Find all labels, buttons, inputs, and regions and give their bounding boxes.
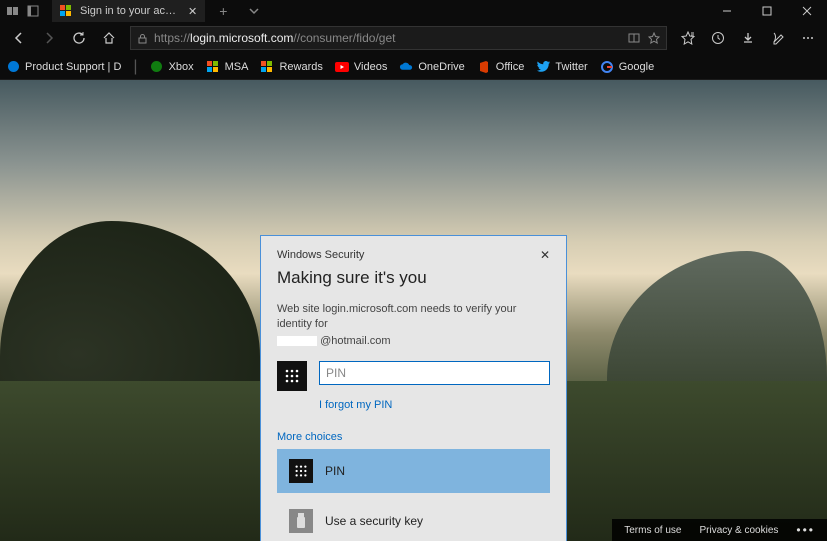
home-button[interactable] bbox=[96, 25, 122, 51]
xbox-icon bbox=[150, 60, 164, 74]
browser-window: Sign in to your account ✕ + https://logi… bbox=[0, 0, 827, 541]
dialog-description: Web site login.microsoft.com needs to ve… bbox=[277, 302, 550, 349]
notes-button[interactable] bbox=[765, 25, 791, 51]
usb-key-icon bbox=[289, 509, 313, 533]
reading-view-icon[interactable] bbox=[628, 32, 640, 44]
dialog-header-title: Windows Security bbox=[277, 249, 364, 261]
maximize-button[interactable] bbox=[747, 0, 787, 22]
pin-pad-icon bbox=[277, 361, 307, 391]
bookmark-label: Office bbox=[496, 61, 525, 73]
minimize-button[interactable] bbox=[707, 0, 747, 22]
bookmark-videos[interactable]: Videos bbox=[335, 60, 387, 74]
toolbar: https://login.microsoft.com//consumer/fi… bbox=[0, 22, 827, 54]
footer-more-icon[interactable]: ••• bbox=[796, 523, 815, 537]
onedrive-icon bbox=[399, 60, 413, 74]
forward-button[interactable] bbox=[36, 25, 62, 51]
more-button[interactable] bbox=[795, 25, 821, 51]
bookmarks-bar: Product Support | D | Xbox MSA Rewards V… bbox=[0, 54, 827, 80]
pin-entry-row bbox=[277, 361, 550, 391]
dialog-desc-text: Web site login.microsoft.com needs to ve… bbox=[277, 303, 516, 330]
dialog-header: Windows Security ✕ bbox=[277, 248, 550, 262]
windows-security-dialog: Windows Security ✕ Making sure it's you … bbox=[260, 235, 567, 541]
bookmark-label: MSA bbox=[225, 61, 249, 73]
address-text: https://login.microsoft.com//consumer/fi… bbox=[154, 31, 395, 45]
choice-security-key[interactable]: Use a security key bbox=[277, 499, 550, 541]
bookmark-label: Videos bbox=[354, 61, 387, 73]
downloads-button[interactable] bbox=[735, 25, 761, 51]
youtube-icon bbox=[335, 60, 349, 74]
titlebar: Sign in to your account ✕ + bbox=[0, 0, 827, 22]
twitter-icon bbox=[536, 60, 550, 74]
bookmark-label: Product Support | D bbox=[25, 61, 121, 73]
page-footer: Terms of use Privacy & cookies ••• bbox=[612, 519, 827, 541]
bookmark-twitter[interactable]: Twitter bbox=[536, 60, 587, 74]
email-suffix: @hotmail.com bbox=[320, 335, 390, 347]
back-button[interactable] bbox=[6, 25, 32, 51]
favorites-button[interactable] bbox=[675, 25, 701, 51]
tab-dropdown-icon[interactable] bbox=[241, 6, 267, 16]
pin-input[interactable] bbox=[319, 361, 550, 385]
titlebar-left: Sign in to your account ✕ + bbox=[0, 0, 267, 22]
browser-tab[interactable]: Sign in to your account ✕ bbox=[52, 0, 205, 22]
bookmark-google[interactable]: Google bbox=[600, 60, 654, 74]
pin-pad-icon bbox=[289, 459, 313, 483]
url-path: //consumer/fido/get bbox=[293, 31, 395, 45]
bookmark-msa[interactable]: MSA bbox=[206, 60, 249, 74]
privacy-link[interactable]: Privacy & cookies bbox=[699, 525, 778, 536]
url-host: login.microsoft.com bbox=[190, 31, 293, 45]
refresh-button[interactable] bbox=[66, 25, 92, 51]
landscape-hill bbox=[607, 251, 827, 391]
tab-close-icon[interactable]: ✕ bbox=[188, 5, 197, 18]
page-content: Windows Security ✕ Making sure it's you … bbox=[0, 80, 827, 541]
forgot-pin-link[interactable]: I forgot my PIN bbox=[319, 399, 550, 411]
dialog-title: Making sure it's you bbox=[277, 268, 550, 288]
edge-icon bbox=[6, 60, 20, 74]
ms-icon bbox=[260, 60, 274, 74]
google-icon bbox=[600, 60, 614, 74]
address-bar[interactable]: https://login.microsoft.com//consumer/fi… bbox=[130, 26, 667, 50]
more-choices-link[interactable]: More choices bbox=[277, 431, 550, 443]
tabs-overview-icon[interactable] bbox=[6, 4, 20, 18]
bookmark-xbox[interactable]: Xbox bbox=[150, 60, 194, 74]
bookmark-label: Rewards bbox=[279, 61, 322, 73]
terms-link[interactable]: Terms of use bbox=[624, 525, 681, 536]
redacted-username bbox=[277, 336, 317, 346]
dialog-email: @hotmail.com bbox=[277, 334, 550, 349]
lock-icon bbox=[137, 33, 148, 44]
bookmark-label: Xbox bbox=[169, 61, 194, 73]
bookmark-office[interactable]: Office bbox=[477, 60, 525, 74]
ms-icon bbox=[206, 60, 220, 74]
bookmark-product-support[interactable]: Product Support | D bbox=[6, 60, 121, 74]
tab-title: Sign in to your account bbox=[80, 5, 180, 17]
tab-favicon-icon bbox=[60, 5, 72, 17]
set-aside-tabs-icon[interactable] bbox=[26, 4, 40, 18]
bookmark-label: Google bbox=[619, 61, 654, 73]
bookmark-label: OneDrive bbox=[418, 61, 464, 73]
window-close-button[interactable] bbox=[787, 0, 827, 22]
office-icon bbox=[477, 60, 491, 74]
new-tab-button[interactable]: + bbox=[211, 3, 235, 19]
dialog-close-button[interactable]: ✕ bbox=[540, 248, 550, 262]
choice-key-label: Use a security key bbox=[325, 514, 423, 528]
bookmark-label: Twitter bbox=[555, 61, 587, 73]
bookmark-rewards[interactable]: Rewards bbox=[260, 60, 322, 74]
history-button[interactable] bbox=[705, 25, 731, 51]
choice-pin-label: PIN bbox=[325, 464, 345, 478]
url-scheme: https:// bbox=[154, 31, 190, 45]
bookmark-onedrive[interactable]: OneDrive bbox=[399, 60, 464, 74]
favorite-star-icon[interactable] bbox=[648, 32, 660, 44]
choice-pin[interactable]: PIN bbox=[277, 449, 550, 493]
